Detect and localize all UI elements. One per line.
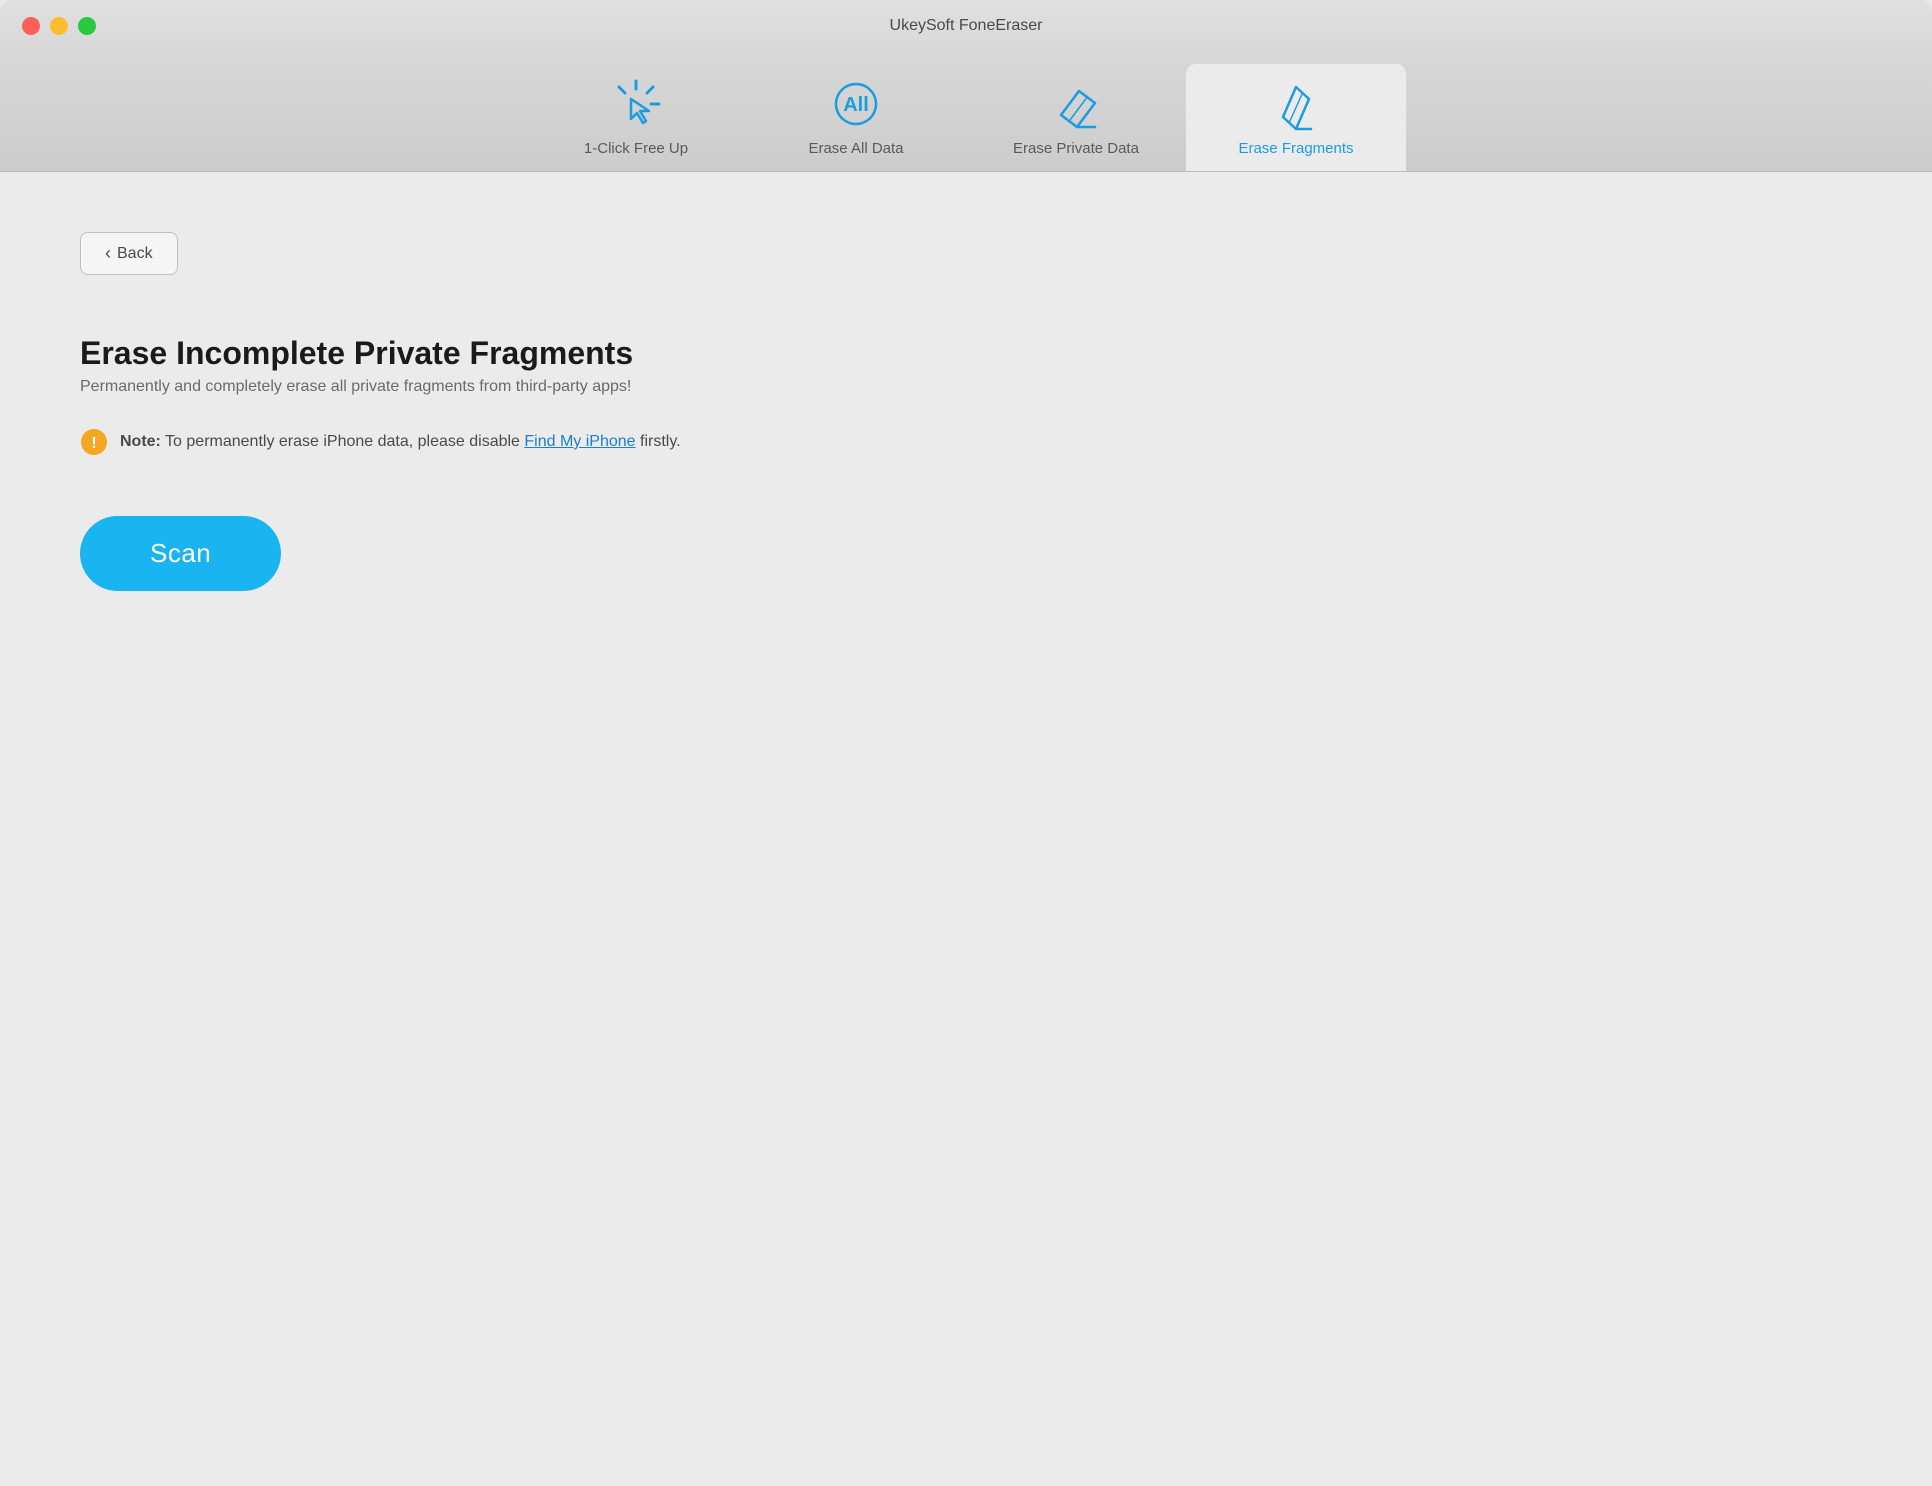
one-click-icon [608, 76, 664, 132]
content-section: Erase Incomplete Private Fragments Perma… [80, 335, 1852, 456]
tab-erase-all-label: Erase All Data [808, 140, 903, 157]
back-button[interactable]: ‹ Back [80, 232, 178, 275]
note-prefix: Note: [120, 433, 161, 450]
erase-all-icon: All [828, 76, 884, 132]
tab-erase-fragments[interactable]: Erase Fragments [1186, 64, 1406, 171]
svg-text:All: All [843, 94, 869, 116]
erase-fragments-icon [1268, 76, 1324, 132]
note-row: ! Note: To permanently erase iPhone data… [80, 428, 1852, 456]
note-body: To permanently erase iPhone data, please… [165, 433, 524, 450]
app-title: UkeySoft FoneEraser [890, 17, 1043, 35]
note-text: Note: To permanently erase iPhone data, … [120, 433, 681, 451]
tab-one-click-free-up[interactable]: 1-Click Free Up [526, 64, 746, 171]
tab-erase-private-data[interactable]: Erase Private Data [966, 64, 1186, 171]
find-my-iphone-link[interactable]: Find My iPhone [524, 433, 635, 450]
minimize-button[interactable] [50, 17, 68, 35]
maximize-button[interactable] [78, 17, 96, 35]
tab-erase-fragments-label: Erase Fragments [1238, 140, 1353, 157]
warning-icon: ! [80, 428, 108, 456]
tab-erase-private-label: Erase Private Data [1013, 140, 1139, 157]
close-button[interactable] [22, 17, 40, 35]
tab-one-click-label: 1-Click Free Up [584, 140, 688, 157]
app-window: UkeySoft FoneEraser 1-Click Free Up [0, 0, 1932, 1486]
tab-erase-all-data[interactable]: All Erase All Data [746, 64, 966, 171]
section-title: Erase Incomplete Private Fragments [80, 335, 1852, 372]
back-chevron: ‹ [105, 243, 111, 264]
note-suffix: firstly. [640, 433, 681, 450]
erase-private-icon [1048, 76, 1104, 132]
back-label: Back [117, 245, 153, 263]
main-content: ‹ Back Erase Incomplete Private Fragment… [0, 172, 1932, 1486]
section-subtitle: Permanently and completely erase all pri… [80, 378, 1852, 396]
window-controls [22, 17, 96, 35]
svg-text:!: ! [91, 435, 96, 452]
scan-button[interactable]: Scan [80, 516, 281, 591]
nav-tabs: 1-Click Free Up All Erase All Data [0, 52, 1932, 172]
title-bar: UkeySoft FoneEraser [0, 0, 1932, 52]
